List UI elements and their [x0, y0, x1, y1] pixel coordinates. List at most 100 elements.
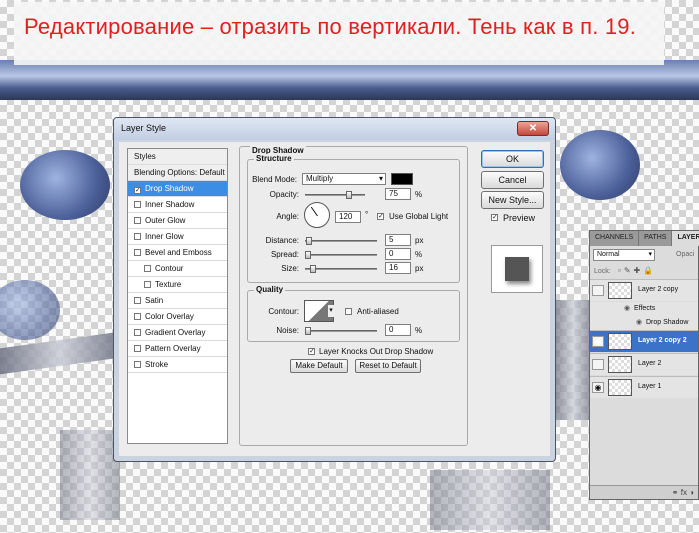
- lock-label: Lock:: [594, 268, 611, 275]
- styles-item-checkbox[interactable]: [134, 329, 141, 336]
- styles-item-label: Blending Options: Default: [134, 168, 225, 177]
- styles-item[interactable]: ✓ Drop Shadow: [128, 181, 227, 197]
- contour-label: Contour:: [268, 307, 299, 316]
- styles-item-checkbox[interactable]: [134, 201, 141, 208]
- layer-effect-row[interactable]: Drop Shadow ◉: [590, 316, 698, 330]
- styles-item-checkbox[interactable]: [134, 361, 141, 368]
- noise-unit: %: [415, 326, 423, 335]
- distance-slider[interactable]: [305, 237, 377, 245]
- close-button[interactable]: ✕: [517, 121, 549, 136]
- styles-item[interactable]: Inner Shadow: [128, 197, 227, 213]
- layer-row[interactable]: Layer 2: [590, 353, 698, 375]
- styles-item-checkbox[interactable]: [134, 217, 141, 224]
- blend-mode-label: Blend Mode:: [252, 175, 297, 184]
- blend-mode-value: Multiply: [306, 174, 334, 183]
- lock-icons[interactable]: ▫✎✚🔒: [618, 266, 656, 275]
- layer-footer-icons[interactable]: ⚭ fx ◑: [672, 488, 694, 497]
- styles-item[interactable]: Texture: [128, 277, 227, 293]
- noise-slider-thumb[interactable]: [305, 327, 311, 335]
- styles-item-checkbox[interactable]: [134, 297, 141, 304]
- styles-item[interactable]: Inner Glow: [128, 229, 227, 245]
- ok-button[interactable]: OK: [481, 150, 544, 168]
- styles-item[interactable]: Styles: [128, 149, 227, 165]
- noise-slider[interactable]: [305, 327, 377, 335]
- size-slider[interactable]: [305, 265, 377, 273]
- styles-item-checkbox[interactable]: [134, 313, 141, 320]
- opacity-slider[interactable]: [305, 191, 365, 199]
- styles-item-label: Outer Glow: [145, 216, 186, 225]
- effect-visibility-icon[interactable]: ◉: [636, 318, 642, 326]
- opacity-input[interactable]: 75: [385, 188, 411, 200]
- distance-input[interactable]: 5: [385, 234, 411, 246]
- preview-checkbox[interactable]: ✓: [491, 214, 498, 221]
- eye-icon[interactable]: [592, 359, 604, 370]
- cancel-button[interactable]: Cancel: [481, 171, 544, 189]
- styles-item[interactable]: Contour: [128, 261, 227, 277]
- knocks-out-checkbox[interactable]: ✓: [308, 348, 315, 355]
- effect-visibility-icon[interactable]: ◉: [624, 304, 630, 312]
- spread-label: Spread:: [270, 250, 299, 259]
- layer-style-dialog: Layer Style ✕ Styles Blending Options: De…: [113, 117, 556, 462]
- layer-thumbnail: [608, 333, 632, 350]
- styles-item-label: Bevel and Emboss: [145, 248, 212, 257]
- close-icon: ✕: [528, 123, 538, 134]
- tab-channels[interactable]: CHANNELS: [590, 231, 640, 246]
- layer-row[interactable]: ◉ Layer 1: [590, 376, 698, 398]
- spread-input[interactable]: 0: [385, 248, 411, 260]
- opacity-slider-thumb[interactable]: [346, 191, 352, 199]
- styles-item-label: Color Overlay: [145, 312, 194, 321]
- styles-item[interactable]: Blending Options: Default: [128, 165, 227, 181]
- styles-item-label: Satin: [145, 296, 164, 305]
- layer-thumbnail: [608, 379, 632, 396]
- layers-panel-tabs: CHANNELS PATHS LAYER: [590, 231, 699, 246]
- styles-item-checkbox[interactable]: [144, 265, 151, 272]
- preview-thumbnail: [491, 245, 543, 293]
- make-default-button[interactable]: Make Default: [290, 359, 348, 373]
- layer-effect-row[interactable]: Effects ◉: [590, 302, 698, 316]
- distance-unit: px: [415, 236, 424, 245]
- chevron-down-icon: ▾: [378, 174, 383, 183]
- use-global-light-checkbox[interactable]: ✓: [377, 213, 384, 220]
- reset-default-button[interactable]: Reset to Default: [355, 359, 421, 373]
- new-style-button[interactable]: New Style...: [481, 191, 544, 209]
- styles-item-checkbox[interactable]: [134, 345, 141, 352]
- layer-blend-mode-select[interactable]: Normal ▾: [593, 249, 655, 261]
- tab-paths[interactable]: PATHS: [639, 231, 673, 246]
- spread-slider-thumb[interactable]: [305, 251, 311, 259]
- shadow-color-swatch[interactable]: [391, 173, 413, 185]
- layers-footer: ⚭ fx ◑: [590, 485, 698, 499]
- dialog-titlebar[interactable]: Layer Style: [114, 118, 555, 140]
- noise-label: Noise:: [276, 326, 299, 335]
- blend-mode-select[interactable]: Multiply ▾: [302, 173, 386, 185]
- anti-aliased-checkbox[interactable]: [345, 308, 352, 315]
- styles-item[interactable]: Pattern Overlay: [128, 341, 227, 357]
- styles-item[interactable]: Satin: [128, 293, 227, 309]
- layer-blend-mode-value: Normal: [597, 251, 620, 258]
- styles-item[interactable]: Outer Glow: [128, 213, 227, 229]
- styles-item[interactable]: Color Overlay: [128, 309, 227, 325]
- eye-icon[interactable]: ◉: [592, 336, 604, 347]
- size-input[interactable]: 16: [385, 262, 411, 274]
- styles-item-checkbox[interactable]: [144, 281, 151, 288]
- styles-item-checkbox[interactable]: ✓: [134, 187, 141, 194]
- eye-icon[interactable]: ◉: [592, 382, 604, 393]
- size-slider-thumb[interactable]: [310, 265, 316, 273]
- layer-name: Layer 1: [638, 383, 662, 390]
- styles-item-checkbox[interactable]: [134, 249, 141, 256]
- styles-item[interactable]: Bevel and Emboss: [128, 245, 227, 261]
- angle-input[interactable]: 120: [335, 211, 361, 223]
- styles-item-checkbox[interactable]: [134, 233, 141, 240]
- noise-input[interactable]: 0: [385, 324, 411, 336]
- styles-item[interactable]: Gradient Overlay: [128, 325, 227, 341]
- spread-slider[interactable]: [305, 251, 377, 259]
- artwork-flower: [560, 130, 640, 200]
- distance-slider-thumb[interactable]: [306, 237, 312, 245]
- layer-row[interactable]: ◉ Layer 2 copy 2: [590, 330, 698, 352]
- contour-picker[interactable]: ▾: [304, 300, 334, 322]
- angle-dial[interactable]: [304, 202, 330, 228]
- eye-icon[interactable]: [592, 285, 604, 296]
- tab-layers[interactable]: LAYER: [672, 231, 699, 246]
- styles-item-label: Gradient Overlay: [145, 328, 206, 337]
- styles-item[interactable]: Stroke: [128, 357, 227, 373]
- layer-row[interactable]: Layer 2 copy: [590, 279, 698, 301]
